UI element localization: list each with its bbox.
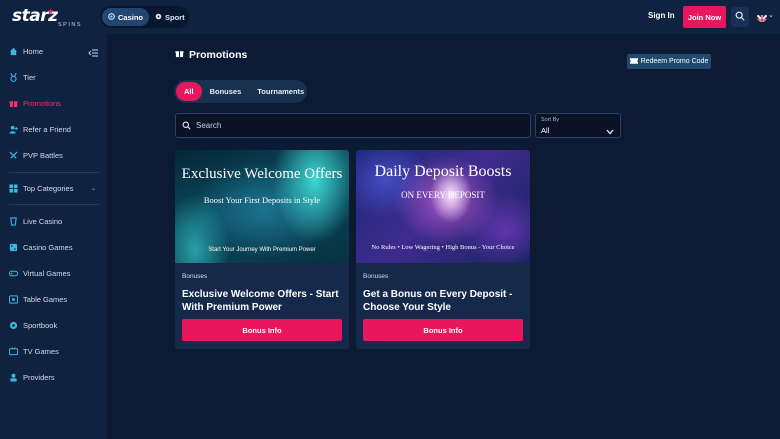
chip-icon: [108, 12, 115, 22]
sidebar-item-pvp-battles[interactable]: PVP Battles: [9, 147, 101, 163]
join-now-button[interactable]: Join Now: [683, 6, 726, 28]
casino-sport-switch: Casino Sport: [100, 6, 189, 28]
banner-title: Daily Deposit Boosts: [374, 163, 512, 180]
swords-icon: [9, 150, 18, 160]
providers-icon: [9, 373, 18, 382]
promotion-title: Exclusive Welcome Offers - Start With Pr…: [182, 289, 339, 313]
sign-in-link[interactable]: Sign In: [648, 11, 675, 20]
redeem-promo-code-button[interactable]: Redeem Promo Code: [627, 54, 711, 69]
ball-icon: [155, 13, 162, 22]
grid-icon: [9, 183, 18, 193]
bonus-info-button[interactable]: Bonus Info: [363, 319, 523, 341]
sidebar-item-table-games[interactable]: Table Games: [9, 291, 101, 307]
category-badge: Bonuses: [182, 273, 208, 280]
chevron-down-icon[interactable]: ⌄: [91, 185, 96, 192]
sort-by-label: Sort By: [541, 117, 560, 123]
sidebar-item-label: Casino Games: [23, 242, 73, 252]
promotion-card: Daily Deposit Boosts ON EVERY DEPOSIT No…: [356, 150, 530, 349]
sidebar-item-providers[interactable]: Providers: [9, 369, 101, 385]
sidebar-item-label: Refer a Friend: [23, 124, 71, 134]
sidebar-item-promotions[interactable]: Promotions: [9, 95, 101, 111]
category-badge: Bonuses: [363, 273, 389, 280]
sidebar-divider: [9, 204, 99, 205]
medal-icon: [9, 72, 18, 82]
sidebar-item-label: Tier: [23, 72, 36, 82]
dice-icon: [9, 243, 18, 252]
sort-by-value: All: [541, 126, 550, 135]
promotions-search: [175, 113, 531, 138]
search-icon: [182, 117, 191, 135]
sidebar-item-label: Sportbook: [23, 320, 58, 330]
promotion-title: Get a Bonus on Every Deposit - Choose Yo…: [363, 289, 513, 313]
gift-icon: [9, 99, 18, 108]
sidebar-divider: [9, 172, 99, 173]
tab-tournaments[interactable]: Tournaments: [249, 82, 312, 101]
search-input[interactable]: [196, 121, 516, 130]
sidebar-item-label: TV Games: [23, 346, 59, 356]
sidebar-item-tv-games[interactable]: TV Games: [9, 343, 101, 359]
logo-star-icon: ★: [47, 7, 55, 16]
sidebar-item-casino-games[interactable]: Casino Games: [9, 239, 101, 255]
promotion-banner-image[interactable]: Exclusive Welcome Offers Boost Your Firs…: [175, 150, 349, 263]
promotion-tabs: All Bonuses Tournaments: [174, 80, 307, 103]
sidebar-item-label: Table Games: [23, 294, 68, 304]
promotion-banner-image[interactable]: Daily Deposit Boosts ON EVERY DEPOSIT No…: [356, 150, 530, 263]
sidebar-item-label: PVP Battles: [23, 150, 63, 160]
banner-subtitle: Boost Your First Deposits in Style: [203, 195, 321, 205]
page-title: Promotions: [175, 49, 247, 61]
sidebar-item-refer-a-friend[interactable]: Refer a Friend: [9, 121, 101, 137]
mode-casino-label: Casino: [118, 12, 144, 22]
banner-footer: Start Your Journey With Premium Power: [208, 247, 316, 253]
sidebar-item-label: Home: [23, 46, 44, 56]
table-icon: [9, 294, 18, 304]
user-plus-icon: [9, 125, 18, 134]
brand-sub: SPINS: [58, 22, 83, 28]
top-header: starz ★ SPINS Casino Sport Sign In Join …: [0, 0, 780, 34]
sidebar-item-label: Providers: [23, 372, 55, 382]
sidebar-item-tier[interactable]: Tier: [9, 69, 101, 85]
sidebar-item-live-casino[interactable]: Live Casino: [9, 213, 101, 229]
sidebar-item-label: Live Casino: [23, 216, 63, 226]
ticket-icon: [629, 57, 638, 66]
sort-by-select[interactable]: Sort By All: [535, 113, 621, 138]
sidebar-item-virtual-games[interactable]: Virtual Games: [9, 265, 101, 281]
mode-sport-label: Sport: [165, 12, 185, 22]
gamepad-icon: [9, 269, 18, 278]
page-title-text: Promotions: [189, 49, 248, 61]
language-chevron-down-icon[interactable]: ⌄: [768, 11, 774, 19]
banner-footer: No Rules • Low Wagering • High Bonus - Y…: [371, 244, 515, 251]
banner-title: Exclusive Welcome Offers: [181, 166, 343, 182]
ball-icon: [9, 321, 18, 330]
tab-all[interactable]: All: [176, 82, 202, 101]
tv-icon: [9, 346, 18, 356]
chevron-down-icon: [606, 122, 614, 135]
sidebar-item-label: Promotions: [23, 98, 61, 108]
promotion-card: Exclusive Welcome Offers Boost Your Firs…: [175, 150, 349, 349]
gift-icon: [175, 49, 184, 61]
redeem-label: Redeem Promo Code: [640, 58, 709, 65]
banner-subtitle: ON EVERY DEPOSIT: [401, 190, 485, 200]
sidebar-item-home[interactable]: Home: [9, 43, 101, 59]
tab-bonuses[interactable]: Bonuses: [202, 82, 250, 101]
chip-icon: [9, 216, 18, 226]
bonus-info-button[interactable]: Bonus Info: [182, 319, 342, 341]
mode-sport-button[interactable]: Sport: [149, 8, 191, 26]
search-icon: [735, 8, 745, 26]
home-icon: [9, 47, 18, 56]
sidebar-item-sportbook[interactable]: Sportbook: [9, 317, 101, 333]
sidebar-item-label: Virtual Games: [23, 268, 71, 278]
header-search-button[interactable]: [731, 7, 749, 27]
brand-logo[interactable]: starz ★ SPINS: [12, 6, 92, 30]
sidebar-item-top-categories[interactable]: Top Categories: [9, 180, 101, 196]
uk-flag-icon[interactable]: [757, 12, 767, 22]
sidebar-item-label: Top Categories: [23, 183, 74, 193]
mode-casino-button[interactable]: Casino: [102, 8, 150, 26]
